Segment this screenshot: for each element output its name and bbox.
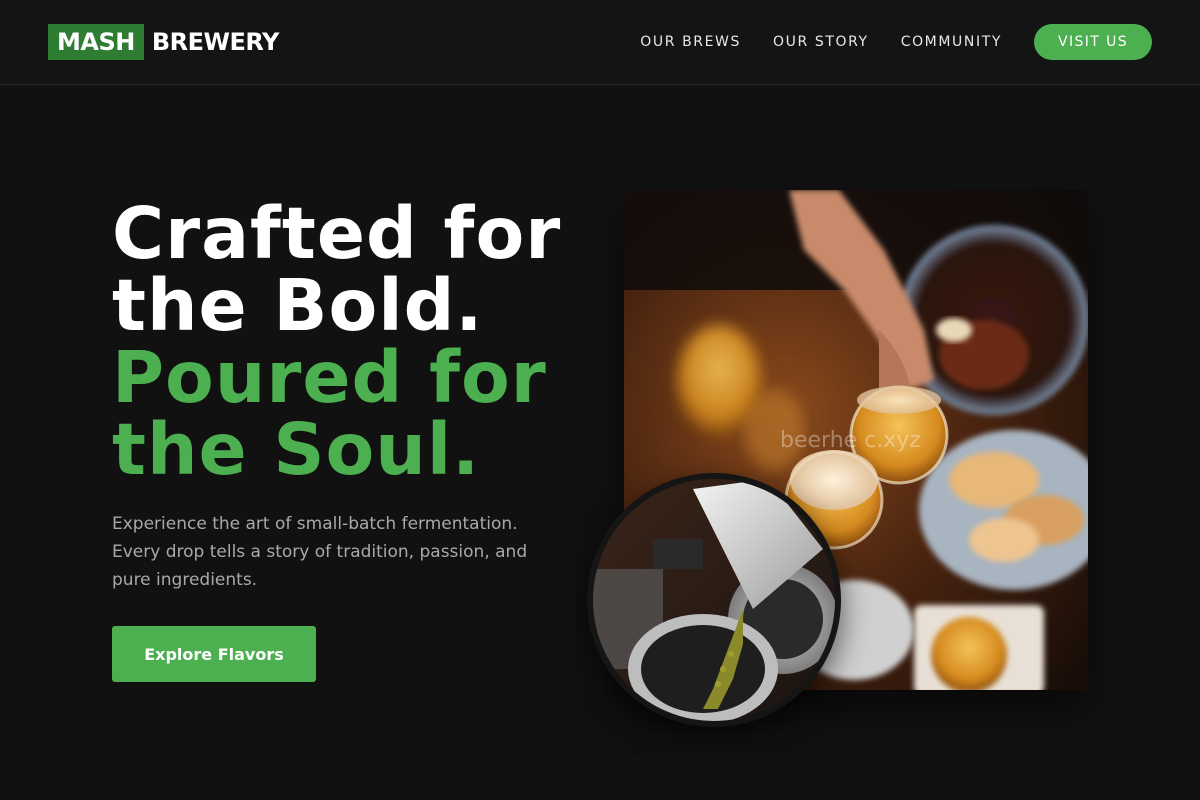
hero-title-line: the Bold. [112, 264, 484, 347]
hero-title-line: Crafted for [112, 192, 562, 275]
visit-us-button[interactable]: VISIT US [1034, 24, 1152, 60]
hero-title-accent-line: the Soul. [112, 408, 481, 491]
logo-highlight: MASH [48, 24, 144, 60]
image-watermark: beerhe c.xyz [780, 428, 921, 453]
hero-description-line: Experience the art of small-batch fermen… [112, 514, 518, 534]
site-header: MASH BREWERY OUR BREWS OUR STORY COMMUNI… [0, 0, 1200, 85]
hero-title: Crafted for the Bold. Poured for the Sou… [112, 198, 561, 486]
nav-link-our-story[interactable]: OUR STORY [773, 34, 869, 50]
brand-logo[interactable]: MASH BREWERY [48, 24, 279, 60]
hero-description: Experience the art of small-batch fermen… [112, 510, 572, 594]
main-nav: OUR BREWS OUR STORY COMMUNITY VISIT US [640, 24, 1152, 60]
nav-link-our-brews[interactable]: OUR BREWS [640, 34, 741, 50]
brewing-photo-frame [593, 479, 835, 721]
hero-description-line: pure ingredients. [112, 570, 258, 590]
explore-flavors-button[interactable]: Explore Flavors [112, 626, 316, 682]
logo-name: BREWERY [151, 28, 280, 56]
hero-description-line: Every drop tells a story of tradition, p… [112, 542, 528, 562]
hero-photo-brewing [587, 473, 841, 727]
nav-link-community[interactable]: COMMUNITY [901, 34, 1002, 50]
hero-title-accent-line: Poured for [112, 336, 547, 419]
